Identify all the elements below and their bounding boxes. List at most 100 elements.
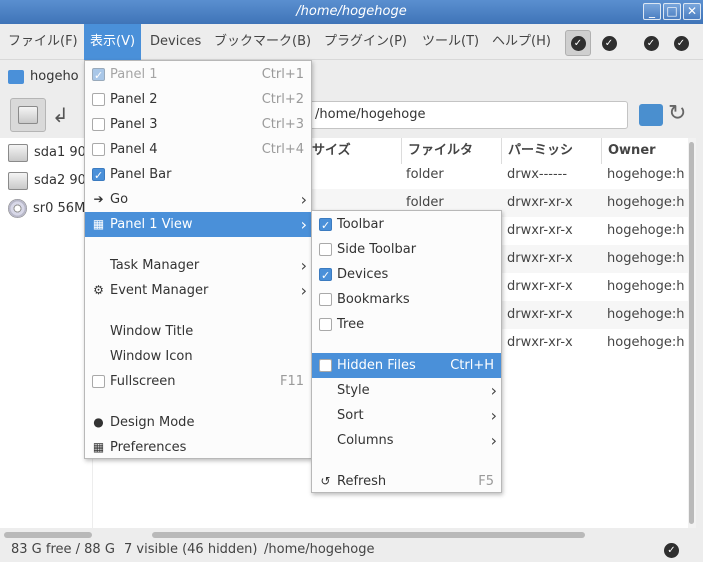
window-titlebar: /home/hogehoge _ □ ✕ <box>0 0 703 24</box>
toolbar-toggle-3[interactable]: ✓ <box>638 30 664 56</box>
device-item[interactable]: sda1 90 <box>8 142 92 164</box>
close-button[interactable]: ✕ <box>683 3 701 20</box>
menu-item-preferences[interactable]: ▦ Preferences <box>85 435 311 460</box>
menu-item-fullscreen[interactable]: Fullscreen F11 <box>85 369 311 394</box>
panel-view-submenu: Toolbar Side Toolbar Devices Bookmarks Tree H… <box>311 210 502 493</box>
menu-help[interactable]: ヘルプ(H) <box>486 24 557 60</box>
status-free-space: 83 G free / 88 G <box>11 542 115 557</box>
device-item[interactable]: sda2 90 <box>8 170 92 192</box>
file-list-scrollbar[interactable] <box>688 138 696 528</box>
menu-item-label: Panel 2 <box>110 92 158 107</box>
menu-item-label: Side Toolbar <box>337 242 417 257</box>
window-title: /home/hogehoge <box>296 4 407 19</box>
toolbar-toggle-2[interactable]: ✓ <box>596 30 622 56</box>
tab-home[interactable]: hogeho <box>8 66 79 88</box>
chevron-right-icon: › <box>490 406 497 425</box>
chevron-right-icon: › <box>300 281 307 300</box>
check-circle-icon: ✓ <box>570 35 586 51</box>
scrollbar-thumb[interactable] <box>689 142 694 524</box>
menu-item-devices[interactable]: Devices <box>312 262 501 288</box>
menu-item-accelerator: Ctrl+4 <box>261 142 304 157</box>
checkbox-icon <box>92 63 105 88</box>
view-menu: Panel 1Ctrl+1Panel 2Ctrl+2Panel 3Ctrl+3P… <box>84 60 312 459</box>
menu-item-label: Fullscreen <box>110 374 176 389</box>
menu-item-task-manager[interactable]: Task Manager › <box>85 253 311 278</box>
check-circle-icon[interactable]: ✓ <box>664 543 679 558</box>
menu-item-panel-4[interactable]: Panel 4 Ctrl+4 <box>85 137 311 162</box>
drive-icon <box>8 171 28 190</box>
cell-owner: hogehoge:h <box>607 223 685 238</box>
menu-item-label: Go <box>110 192 129 207</box>
menu-item-event-manager[interactable]: ⚙ Event Manager › <box>85 278 311 303</box>
minimize-button[interactable]: _ <box>643 3 661 20</box>
menu-item-accelerator: Ctrl+3 <box>261 117 304 132</box>
menu-item-panel-bar[interactable]: Panel Bar <box>85 162 311 188</box>
checkbox-icon <box>92 93 105 106</box>
menu-devices[interactable]: Devices <box>144 24 207 60</box>
cell-owner: hogehoge:h <box>607 307 685 322</box>
speech-bubble-icon: ● <box>93 415 104 429</box>
checkbox-icon <box>92 163 105 188</box>
status-path: /home/hogehoge <box>264 542 375 557</box>
cell-permissions: drwxr-xr-x <box>507 335 573 350</box>
menu-item-tree[interactable]: Tree <box>312 312 501 337</box>
menu-item-toolbar[interactable]: Toolbar <box>312 212 501 238</box>
menu-item-panel-1[interactable]: Panel 1 Ctrl+1 <box>85 62 311 88</box>
menu-file[interactable]: ファイル(F) <box>2 24 84 60</box>
cell-owner: hogehoge:h <box>607 251 685 266</box>
devices-toggle-button[interactable] <box>10 98 46 132</box>
refresh-icon[interactable]: ↻ <box>668 100 696 128</box>
menu-item-go[interactable]: ➔ Go › <box>85 187 311 212</box>
menu-item-window-icon[interactable]: Window Icon <box>85 344 311 369</box>
refresh-icon: ↺ <box>320 474 331 488</box>
menu-view[interactable]: 表示(V) <box>84 24 142 60</box>
status-visible-count: 7 visible (46 hidden) <box>124 542 258 557</box>
menu-item-sort[interactable]: Sort › <box>312 403 501 428</box>
menu-item-columns[interactable]: Columns › <box>312 428 501 453</box>
checkbox-icon <box>319 263 332 288</box>
cell-owner: hogehoge:h <box>607 167 685 182</box>
checkbox-icon <box>92 375 105 388</box>
menu-tools[interactable]: ツール(T) <box>416 24 485 60</box>
maximize-button[interactable]: □ <box>663 3 681 20</box>
menu-item-design-mode[interactable]: ● Design Mode <box>85 410 311 435</box>
panel-view-icon: ▦ <box>92 217 105 231</box>
menu-item-label: Task Manager <box>110 258 200 273</box>
drive-icon <box>18 106 38 124</box>
checkbox-icon <box>92 118 105 131</box>
menu-item-label: Panel 1 <box>110 67 158 82</box>
menu-item-panel-3[interactable]: Panel 3 Ctrl+3 <box>85 112 311 137</box>
location-path-input[interactable]: /home/hogehoge <box>304 101 628 129</box>
menu-item-panel-2[interactable]: Panel 2 Ctrl+2 <box>85 87 311 112</box>
menu-item-label: Window Title <box>110 324 194 339</box>
cell-permissions: drwx------ <box>507 167 568 182</box>
chevron-right-icon: › <box>490 381 497 400</box>
up-arrow-icon[interactable]: ↲ <box>52 102 80 128</box>
menu-item-hidden-files[interactable]: Hidden Files Ctrl+H <box>312 353 501 378</box>
toolbar-toggle-4[interactable]: ✓ <box>668 30 694 56</box>
toolbar-toggle-1[interactable]: ✓ <box>565 30 591 56</box>
menu-item-label: Preferences <box>110 440 187 455</box>
check-circle-icon: ✓ <box>673 35 689 51</box>
device-item[interactable]: sr0 56M <box>8 198 92 220</box>
menu-item-accelerator: Ctrl+2 <box>261 92 304 107</box>
tab-label: hogeho <box>30 69 79 84</box>
home-folder-button[interactable] <box>639 104 663 126</box>
device-list: sda1 90 sda2 90 sr0 56M <box>0 138 92 528</box>
menu-item-bookmarks[interactable]: Bookmarks <box>312 287 501 312</box>
menu-item-side-toolbar[interactable]: Side Toolbar <box>312 237 501 262</box>
menu-item-window-title[interactable]: Window Title <box>85 319 311 344</box>
check-circle-icon: ✓ <box>643 35 659 51</box>
menu-item-label: Event Manager <box>110 283 209 298</box>
checkbox-icon <box>319 243 332 256</box>
cell-permissions: drwxr-xr-x <box>507 279 573 294</box>
cell-permissions: drwxr-xr-x <box>507 223 573 238</box>
menu-plugins[interactable]: プラグイン(P) <box>318 24 413 60</box>
menu-item-refresh[interactable]: ↺ Refresh F5 <box>312 469 501 494</box>
cdrom-icon <box>8 199 27 218</box>
menu-item-style[interactable]: Style › <box>312 378 501 403</box>
menu-item-label: Window Icon <box>110 349 193 364</box>
menu-item-label: Panel 4 <box>110 142 158 157</box>
menu-item-panel-1-view[interactable]: ▦ Panel 1 View › <box>85 212 311 237</box>
menu-bookmarks[interactable]: ブックマーク(B) <box>208 24 317 60</box>
